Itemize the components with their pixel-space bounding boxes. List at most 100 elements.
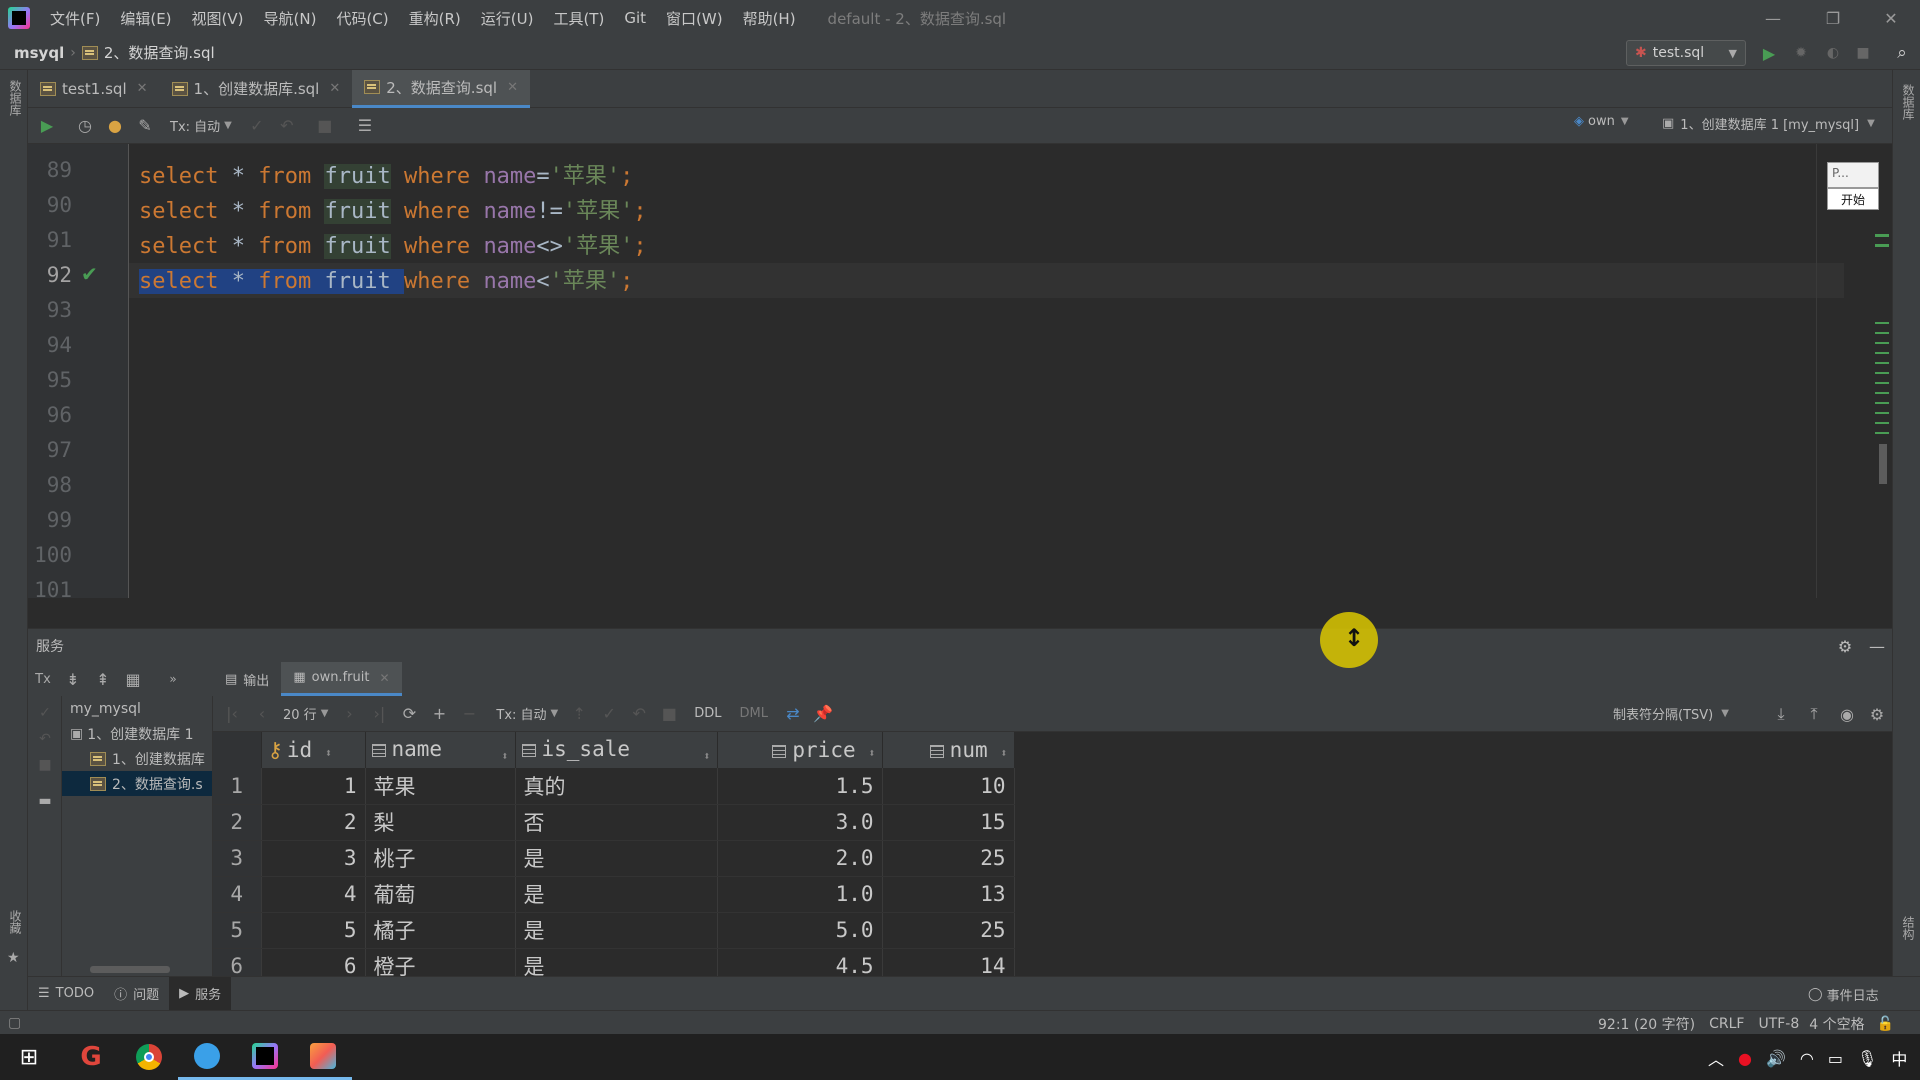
expand-all-icon[interactable]: ⇟ xyxy=(58,664,88,694)
table-row[interactable]: 6 6 橙子 是 4.5 14 xyxy=(213,948,1015,976)
menu-edit[interactable]: 编辑(E) xyxy=(110,8,181,29)
favorites-tool-tab[interactable]: 收藏 xyxy=(4,910,24,934)
menu-file[interactable]: 文件(F) xyxy=(40,8,110,29)
ddl-button[interactable]: DDL xyxy=(694,706,721,721)
cell-id[interactable]: 2 xyxy=(261,804,366,841)
structure-tool-tab[interactable]: 结构 xyxy=(1897,916,1917,940)
cell-price[interactable]: 3.0 xyxy=(717,804,883,841)
submit-icon[interactable]: ⇡ xyxy=(564,699,594,729)
more-icon[interactable]: » xyxy=(158,664,188,694)
sql-editor[interactable]: 89 90 91 92 ✔ 93 94 95 96 97 98 99 100 1… xyxy=(28,144,1892,598)
file-encoding[interactable]: UTF-8 xyxy=(1758,1016,1799,1032)
cell-price[interactable]: 4.5 xyxy=(717,948,883,976)
chrome-icon[interactable] xyxy=(120,1034,178,1080)
cancel-query-icon[interactable]: ■ xyxy=(310,111,340,141)
cell-num[interactable]: 25 xyxy=(882,840,1015,877)
cell-id[interactable]: 5 xyxy=(261,912,366,949)
explain-plan-icon[interactable]: ● xyxy=(100,111,130,141)
browser-icon[interactable] xyxy=(178,1034,236,1080)
commit-icon[interactable]: ✓ xyxy=(242,111,272,141)
close-tab-icon[interactable]: ✕ xyxy=(379,671,389,685)
coverage-icon[interactable]: ◐ xyxy=(1822,42,1844,64)
cell-price[interactable]: 1.5 xyxy=(717,768,883,805)
line-separator[interactable]: CRLF xyxy=(1709,1016,1744,1032)
cell-is-sale[interactable]: 是 xyxy=(515,912,718,949)
close-tab-icon[interactable]: ✕ xyxy=(507,80,518,95)
grid-tx-mode-select[interactable]: Tx: 自动 ▼ xyxy=(496,704,558,723)
database-right-tool-tab[interactable]: 数据库 xyxy=(1897,84,1917,120)
compare-icon[interactable]: ⇄ xyxy=(778,699,808,729)
cell-name[interactable]: 桃子 xyxy=(365,840,516,877)
cell-id[interactable]: 1 xyxy=(261,768,366,805)
menu-git[interactable]: Git xyxy=(614,9,656,27)
table-row[interactable]: 2 2 梨 否 3.0 15 xyxy=(213,804,1015,841)
collapse-all-icon[interactable]: ⇞ xyxy=(88,664,118,694)
execute-icon[interactable]: ▶ xyxy=(32,111,62,141)
table-row[interactable]: 3 3 桃子 是 2.0 25 xyxy=(213,840,1015,877)
cell-id[interactable]: 4 xyxy=(261,876,366,913)
cell-num[interactable]: 10 xyxy=(882,768,1015,805)
tree-node-file[interactable]: 1、创建数据库 xyxy=(62,746,212,771)
first-page-icon[interactable]: |‹ xyxy=(217,699,247,729)
cell-num[interactable]: 13 xyxy=(882,876,1015,913)
last-page-icon[interactable]: ›| xyxy=(364,699,394,729)
table-row[interactable]: 1 1 苹果 真的 1.5 10 xyxy=(213,768,1015,805)
rollback-icon[interactable]: ↶ xyxy=(624,699,654,729)
cell-is-sale[interactable]: 是 xyxy=(515,876,718,913)
output-layout-icon[interactable]: ☰ xyxy=(350,111,380,141)
stop-icon[interactable]: ■ xyxy=(1852,42,1874,64)
event-log-tool-button[interactable]: ◯ 事件日志 xyxy=(1808,985,1879,1004)
indent-setting[interactable]: 4 个空格 xyxy=(1809,1014,1864,1034)
rollback-icon[interactable]: ↶ xyxy=(272,111,302,141)
cell-is-sale[interactable]: 是 xyxy=(515,948,718,976)
restore-icon[interactable]: ❐ xyxy=(1804,0,1862,36)
cell-price[interactable]: 1.0 xyxy=(717,876,883,913)
minimize-icon[interactable]: — xyxy=(1744,0,1802,36)
stop-icon[interactable]: ■ xyxy=(34,754,56,776)
tree-node-session[interactable]: ▣ 1、创建数据库 1 xyxy=(62,721,212,746)
menu-code[interactable]: 代码(C) xyxy=(326,8,398,29)
tab-result-own-fruit[interactable]: ▦ own.fruit ✕ xyxy=(281,662,402,696)
menu-tools[interactable]: 工具(T) xyxy=(543,8,614,29)
tab-output[interactable]: ▤ 输出 xyxy=(213,662,281,696)
upload-icon[interactable]: ⤒ xyxy=(1799,699,1829,729)
cell-num[interactable]: 15 xyxy=(882,804,1015,841)
sort-icon[interactable]: ⬍ xyxy=(1000,746,1007,760)
breadcrumb-file[interactable]: 2、数据查询.sql xyxy=(104,42,215,63)
table-row[interactable]: 4 4 葡萄 是 1.0 13 xyxy=(213,876,1015,913)
cancel-icon[interactable]: ■ xyxy=(654,699,684,729)
menu-window[interactable]: 窗口(W) xyxy=(656,8,733,29)
refresh-icon[interactable]: ⟳ xyxy=(394,699,424,729)
cell-name[interactable]: 橙子 xyxy=(365,948,516,976)
lock-icon[interactable]: 🔓 xyxy=(1877,1016,1894,1032)
tray-chevron-up-icon[interactable]: ︿ xyxy=(1708,1046,1724,1070)
group-by-icon[interactable]: ▦ xyxy=(118,664,148,694)
cell-is-sale[interactable]: 否 xyxy=(515,804,718,841)
commit-icon[interactable]: ✓ xyxy=(594,699,624,729)
caret-position[interactable]: 92:1 (20 字符) xyxy=(1598,1014,1695,1034)
services-tool-button[interactable]: ▶ 服务 xyxy=(169,976,232,1011)
sort-icon[interactable]: ⬍ xyxy=(501,749,508,763)
windows-start-icon[interactable]: ⊞ xyxy=(0,1034,58,1080)
close-tab-icon[interactable]: ✕ xyxy=(137,81,148,96)
breadcrumb-project[interactable]: msyql xyxy=(14,44,64,62)
app-g-icon[interactable]: G xyxy=(62,1034,120,1080)
download-icon[interactable]: ⤓ xyxy=(1766,699,1796,729)
tree-node-file-selected[interactable]: 2、数据查询.s xyxy=(62,771,212,796)
tab-create-db[interactable]: 1、创建数据库.sql ✕ xyxy=(160,70,353,108)
rows-per-page-select[interactable]: 20 行 ▼ xyxy=(283,704,328,723)
datagrip-taskbar-icon[interactable] xyxy=(236,1034,294,1080)
tx-icon[interactable]: Tx xyxy=(28,664,58,694)
pin-tab-icon[interactable]: 📌 xyxy=(808,699,838,729)
paint-icon[interactable] xyxy=(294,1034,352,1080)
tree-node-datasource[interactable]: my_mysql xyxy=(62,696,212,721)
hide-panel-icon[interactable]: — xyxy=(1866,635,1888,657)
layout-icon[interactable]: ▬ xyxy=(34,790,56,812)
column-header-name[interactable]: name ⬍ xyxy=(365,732,516,768)
cell-num[interactable]: 25 xyxy=(882,912,1015,949)
dml-button[interactable]: DML xyxy=(740,706,768,721)
close-tab-icon[interactable]: ✕ xyxy=(329,81,340,96)
cell-name[interactable]: 葡萄 xyxy=(365,876,516,913)
menu-run[interactable]: 运行(U) xyxy=(471,8,544,29)
cell-is-sale[interactable]: 真的 xyxy=(515,768,718,805)
